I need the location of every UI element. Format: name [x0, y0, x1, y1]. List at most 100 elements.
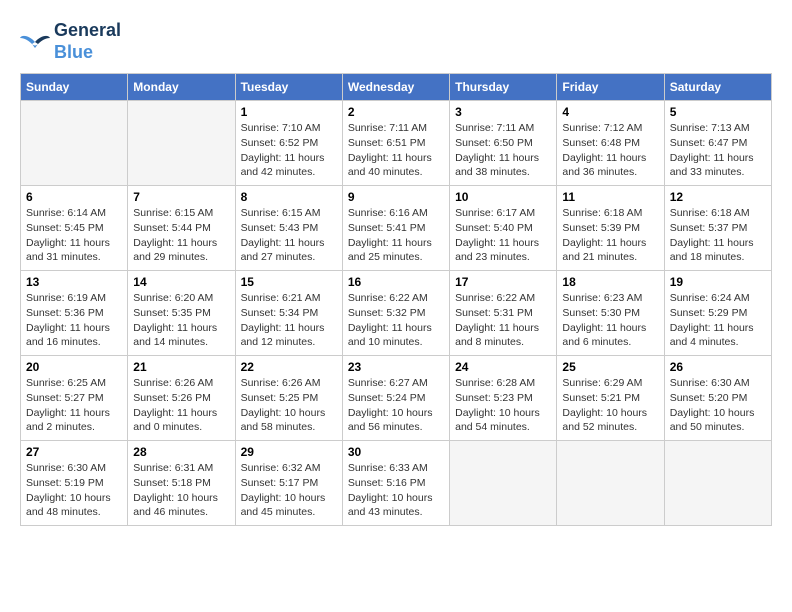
- day-cell: 18Sunrise: 6:23 AM Sunset: 5:30 PM Dayli…: [557, 271, 664, 356]
- day-number: 6: [26, 190, 122, 204]
- day-cell: 19 Sunrise: 6:24 AM Sunset: 5:29 PM Dayli…: [664, 271, 771, 356]
- day-info: Sunrise: 6:22 AM Sunset: 5:31 PM Dayligh…: [455, 291, 551, 350]
- day-number: 1: [241, 105, 337, 119]
- week-row-4: 20Sunrise: 6:25 AM Sunset: 5:27 PM Dayli…: [21, 356, 772, 441]
- day-info: Sunrise: 6:21 AM Sunset: 5:34 PM Dayligh…: [241, 291, 337, 350]
- day-cell: 21 Sunrise: 6:26 AM Sunset: 5:26 PM Dayli…: [128, 356, 235, 441]
- day-info: Sunrise: 6:15 AM Sunset: 5:44 PM Dayligh…: [133, 206, 229, 265]
- day-cell: 1 Sunrise: 7:10 AM Sunset: 6:52 PM Daylig…: [235, 101, 342, 186]
- day-number: 22: [241, 360, 337, 374]
- day-number: 21: [133, 360, 229, 374]
- calendar-header: SundayMondayTuesdayWednesdayThursdayFrid…: [21, 74, 772, 101]
- day-number: 26: [670, 360, 766, 374]
- day-cell: 20Sunrise: 6:25 AM Sunset: 5:27 PM Dayli…: [21, 356, 128, 441]
- day-info: Sunrise: 7:11 AM Sunset: 6:50 PM Dayligh…: [455, 121, 551, 180]
- day-number: 16: [348, 275, 444, 289]
- weekday-header-thursday: Thursday: [450, 74, 557, 101]
- day-number: 19: [670, 275, 766, 289]
- day-info: Sunrise: 7:12 AM Sunset: 6:48 PM Dayligh…: [562, 121, 658, 180]
- day-cell: 7Sunrise: 6:15 AM Sunset: 5:44 PM Daylig…: [128, 186, 235, 271]
- day-cell: 14 Sunrise: 6:20 AM Sunset: 5:35 PM Dayli…: [128, 271, 235, 356]
- day-number: 10: [455, 190, 551, 204]
- day-info: Sunrise: 6:29 AM Sunset: 5:21 PM Dayligh…: [562, 376, 658, 435]
- logo: General Blue: [20, 20, 121, 63]
- week-row-3: 13 Sunrise: 6:19 AM Sunset: 5:36 PM Dayli…: [21, 271, 772, 356]
- day-info: Sunrise: 6:14 AM Sunset: 5:45 PM Dayligh…: [26, 206, 122, 265]
- day-number: 2: [348, 105, 444, 119]
- day-cell: 29 Sunrise: 6:32 AM Sunset: 5:17 PM Dayli…: [235, 441, 342, 526]
- day-cell: 2Sunrise: 7:11 AM Sunset: 6:51 PM Daylig…: [342, 101, 449, 186]
- day-info: Sunrise: 6:23 AM Sunset: 5:30 PM Dayligh…: [562, 291, 658, 350]
- day-cell: 8 Sunrise: 6:15 AM Sunset: 5:43 PM Daylig…: [235, 186, 342, 271]
- day-cell: [450, 441, 557, 526]
- day-number: 27: [26, 445, 122, 459]
- day-info: Sunrise: 7:10 AM Sunset: 6:52 PM Dayligh…: [241, 121, 337, 180]
- day-cell: 25 Sunrise: 6:29 AM Sunset: 5:21 PM Dayli…: [557, 356, 664, 441]
- weekday-header-sunday: Sunday: [21, 74, 128, 101]
- day-info: Sunrise: 6:30 AM Sunset: 5:19 PM Dayligh…: [26, 461, 122, 520]
- day-number: 3: [455, 105, 551, 119]
- day-cell: 3 Sunrise: 7:11 AM Sunset: 6:50 PM Daylig…: [450, 101, 557, 186]
- day-info: Sunrise: 6:28 AM Sunset: 5:23 PM Dayligh…: [455, 376, 551, 435]
- day-info: Sunrise: 6:22 AM Sunset: 5:32 PM Dayligh…: [348, 291, 444, 350]
- logo-icon: [20, 30, 50, 54]
- weekday-header-tuesday: Tuesday: [235, 74, 342, 101]
- day-info: Sunrise: 6:17 AM Sunset: 5:40 PM Dayligh…: [455, 206, 551, 265]
- day-cell: [664, 441, 771, 526]
- day-number: 8: [241, 190, 337, 204]
- day-number: 4: [562, 105, 658, 119]
- day-info: Sunrise: 6:26 AM Sunset: 5:26 PM Dayligh…: [133, 376, 229, 435]
- day-cell: 30Sunrise: 6:33 AM Sunset: 5:16 PM Dayli…: [342, 441, 449, 526]
- day-cell: 4 Sunrise: 7:12 AM Sunset: 6:48 PM Daylig…: [557, 101, 664, 186]
- day-info: Sunrise: 6:24 AM Sunset: 5:29 PM Dayligh…: [670, 291, 766, 350]
- day-cell: 13 Sunrise: 6:19 AM Sunset: 5:36 PM Dayli…: [21, 271, 128, 356]
- day-info: Sunrise: 6:31 AM Sunset: 5:18 PM Dayligh…: [133, 461, 229, 520]
- day-cell: 22 Sunrise: 6:26 AM Sunset: 5:25 PM Dayli…: [235, 356, 342, 441]
- day-number: 17: [455, 275, 551, 289]
- day-cell: 16 Sunrise: 6:22 AM Sunset: 5:32 PM Dayli…: [342, 271, 449, 356]
- calendar-table: SundayMondayTuesdayWednesdayThursdayFrid…: [20, 73, 772, 526]
- week-row-2: 6 Sunrise: 6:14 AM Sunset: 5:45 PM Daylig…: [21, 186, 772, 271]
- day-info: Sunrise: 6:33 AM Sunset: 5:16 PM Dayligh…: [348, 461, 444, 520]
- day-cell: 27 Sunrise: 6:30 AM Sunset: 5:19 PM Dayli…: [21, 441, 128, 526]
- day-number: 13: [26, 275, 122, 289]
- page-header: General Blue: [20, 20, 772, 63]
- day-info: Sunrise: 6:18 AM Sunset: 5:39 PM Dayligh…: [562, 206, 658, 265]
- day-number: 24: [455, 360, 551, 374]
- day-number: 15: [241, 275, 337, 289]
- day-number: 11: [562, 190, 658, 204]
- day-number: 20: [26, 360, 122, 374]
- calendar-body: 1 Sunrise: 7:10 AM Sunset: 6:52 PM Daylig…: [21, 101, 772, 526]
- day-number: 5: [670, 105, 766, 119]
- logo-text: General Blue: [54, 20, 121, 63]
- day-info: Sunrise: 6:32 AM Sunset: 5:17 PM Dayligh…: [241, 461, 337, 520]
- day-cell: [21, 101, 128, 186]
- weekday-header-saturday: Saturday: [664, 74, 771, 101]
- day-cell: [128, 101, 235, 186]
- day-cell: 28 Sunrise: 6:31 AM Sunset: 5:18 PM Dayli…: [128, 441, 235, 526]
- day-number: 29: [241, 445, 337, 459]
- day-info: Sunrise: 6:20 AM Sunset: 5:35 PM Dayligh…: [133, 291, 229, 350]
- day-number: 25: [562, 360, 658, 374]
- weekday-header-friday: Friday: [557, 74, 664, 101]
- day-number: 14: [133, 275, 229, 289]
- day-cell: 11 Sunrise: 6:18 AM Sunset: 5:39 PM Dayli…: [557, 186, 664, 271]
- day-number: 28: [133, 445, 229, 459]
- day-info: Sunrise: 6:26 AM Sunset: 5:25 PM Dayligh…: [241, 376, 337, 435]
- day-cell: 17 Sunrise: 6:22 AM Sunset: 5:31 PM Dayli…: [450, 271, 557, 356]
- day-cell: 15 Sunrise: 6:21 AM Sunset: 5:34 PM Dayli…: [235, 271, 342, 356]
- day-info: Sunrise: 6:30 AM Sunset: 5:20 PM Dayligh…: [670, 376, 766, 435]
- day-cell: 5Sunrise: 7:13 AM Sunset: 6:47 PM Daylig…: [664, 101, 771, 186]
- day-number: 9: [348, 190, 444, 204]
- day-cell: 26 Sunrise: 6:30 AM Sunset: 5:20 PM Dayli…: [664, 356, 771, 441]
- day-cell: 9Sunrise: 6:16 AM Sunset: 5:41 PM Daylig…: [342, 186, 449, 271]
- day-info: Sunrise: 6:27 AM Sunset: 5:24 PM Dayligh…: [348, 376, 444, 435]
- day-info: Sunrise: 6:19 AM Sunset: 5:36 PM Dayligh…: [26, 291, 122, 350]
- day-cell: 24 Sunrise: 6:28 AM Sunset: 5:23 PM Dayli…: [450, 356, 557, 441]
- day-cell: 6 Sunrise: 6:14 AM Sunset: 5:45 PM Daylig…: [21, 186, 128, 271]
- week-row-1: 1 Sunrise: 7:10 AM Sunset: 6:52 PM Daylig…: [21, 101, 772, 186]
- day-cell: 23Sunrise: 6:27 AM Sunset: 5:24 PM Dayli…: [342, 356, 449, 441]
- weekday-header-wednesday: Wednesday: [342, 74, 449, 101]
- day-number: 12: [670, 190, 766, 204]
- day-info: Sunrise: 6:15 AM Sunset: 5:43 PM Dayligh…: [241, 206, 337, 265]
